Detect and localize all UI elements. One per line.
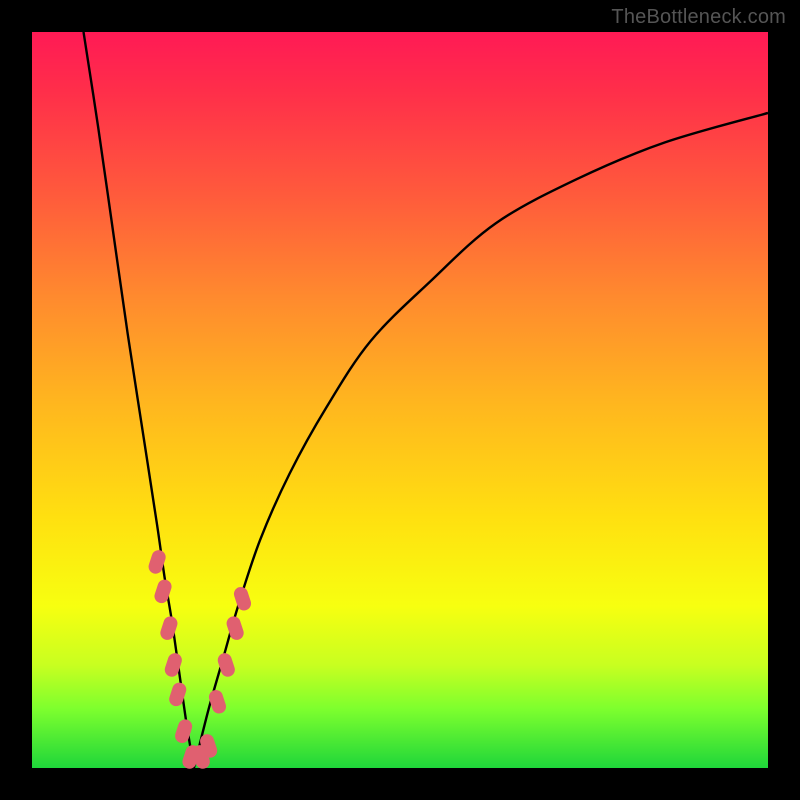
data-marker	[207, 688, 228, 715]
watermark-text: TheBottleneck.com	[611, 6, 786, 29]
data-marker	[173, 718, 194, 745]
data-marker	[167, 681, 188, 708]
curve-right-branch	[194, 113, 768, 768]
marker-group	[147, 548, 253, 770]
data-marker	[232, 585, 253, 612]
curves-svg	[32, 32, 768, 768]
plot-area	[32, 32, 768, 768]
data-marker	[159, 615, 180, 642]
data-marker	[153, 578, 174, 605]
chart-frame: TheBottleneck.com	[0, 0, 800, 800]
